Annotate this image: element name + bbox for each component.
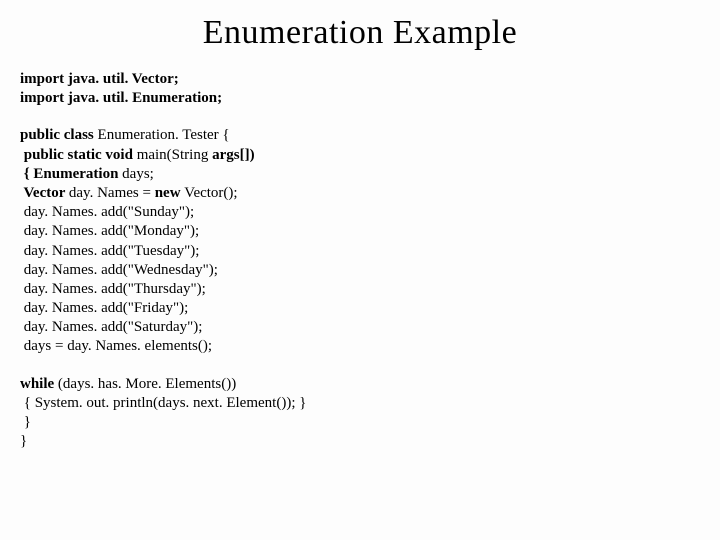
cls-name: Enumeration. Tester {	[98, 127, 230, 143]
enum-decl-var: days;	[122, 166, 154, 182]
main-sig-args: args[])	[212, 147, 254, 163]
close-main: }	[20, 414, 31, 430]
page-title: Enumeration Example	[20, 14, 700, 52]
vector-kw: Vector	[20, 185, 69, 201]
enum-decl-kw: { Enumeration	[20, 166, 122, 182]
add-sunday: day. Names. add("Sunday");	[20, 204, 194, 220]
main-sig-mid: main(String	[137, 147, 212, 163]
add-friday: day. Names. add("Friday");	[20, 300, 188, 316]
while-cond: (days. has. More. Elements())	[58, 376, 236, 392]
slide: Enumeration Example import java. util. V…	[0, 0, 720, 489]
import-line-2: import java. util. Enumeration;	[20, 90, 222, 106]
while-kw: while	[20, 376, 58, 392]
cls-kw: public class	[20, 127, 98, 143]
add-wednesday: day. Names. add("Wednesday");	[20, 262, 218, 278]
close-class: }	[20, 433, 27, 449]
code-while-block: while (days. has. More. Elements()) { Sy…	[20, 375, 700, 452]
vector-ctor: Vector();	[184, 185, 237, 201]
add-thursday: day. Names. add("Thursday");	[20, 281, 206, 297]
add-tuesday: day. Names. add("Tuesday");	[20, 243, 199, 259]
while-body: { System. out. println(days. next. Eleme…	[20, 395, 306, 411]
import-line-1: import java. util. Vector;	[20, 71, 179, 87]
code-imports: import java. util. Vector; import java. …	[20, 70, 700, 108]
assign-days: days = day. Names. elements();	[20, 338, 212, 354]
main-sig-kw: public static void	[20, 147, 137, 163]
new-kw: new	[155, 185, 185, 201]
vector-var: day. Names =	[69, 185, 155, 201]
add-monday: day. Names. add("Monday");	[20, 223, 199, 239]
add-saturday: day. Names. add("Saturday");	[20, 319, 202, 335]
code-main-block: public class Enumeration. Tester { publi…	[20, 126, 700, 356]
